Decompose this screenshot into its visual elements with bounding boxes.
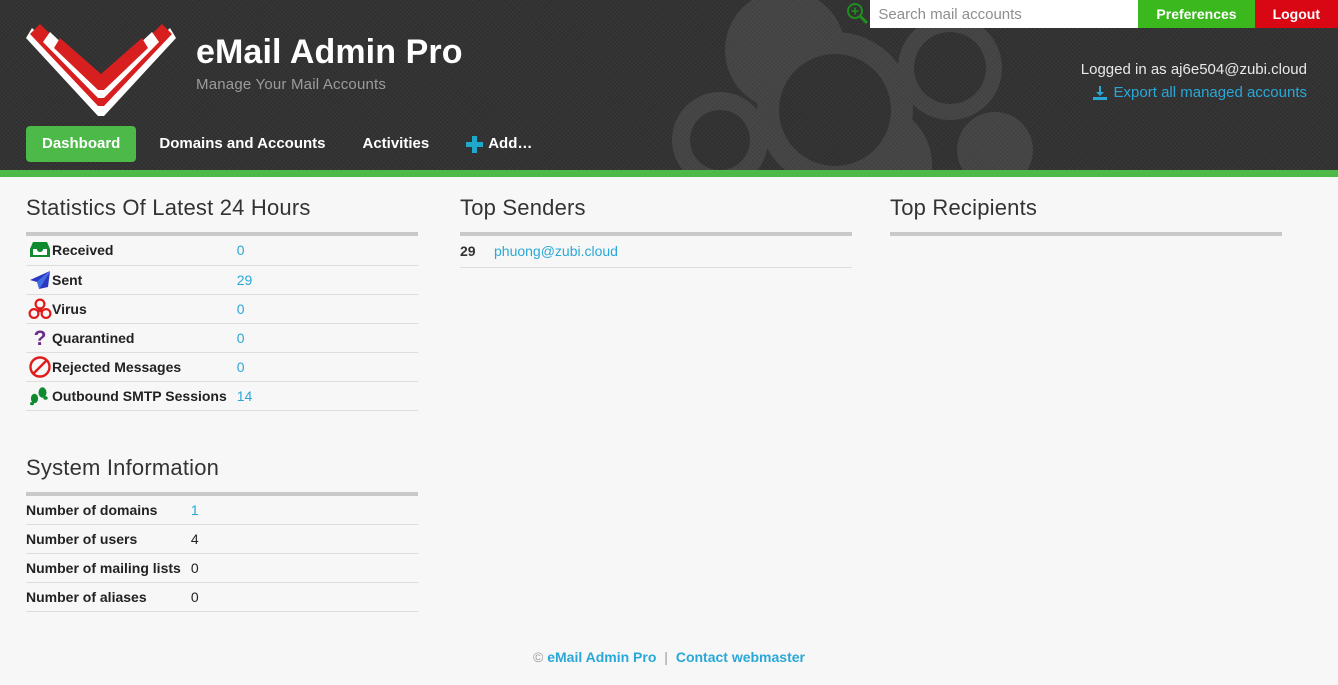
- main-navigation: Dashboard Domains and Accounts Activitie…: [26, 126, 546, 162]
- stat-value[interactable]: 0: [236, 294, 418, 324]
- footer-separator: |: [664, 649, 668, 665]
- stat-label: Received: [52, 236, 237, 266]
- envelope-logo-icon: [26, 24, 176, 116]
- nav-item-domains-and-accounts[interactable]: Domains and Accounts: [145, 126, 339, 162]
- sysinfo-value: 0: [190, 582, 418, 612]
- sender-address-cell: phuong@zubi.cloud: [494, 236, 852, 268]
- nav-item-dashboard-label: Dashboard: [42, 135, 121, 152]
- main-content: Statistics Of Latest 24 Hours Received 0…: [0, 177, 1338, 685]
- logged-in-as-text: Logged in as aj6e504@zubi.cloud: [1080, 61, 1307, 78]
- stat-label: Outbound SMTP Sessions: [52, 381, 237, 411]
- top-senders-table: 29 phuong@zubi.cloud: [460, 236, 852, 268]
- table-row: ? Quarantined 0: [26, 323, 418, 353]
- stat-icon-cell: [26, 352, 52, 382]
- footprints-icon: [30, 386, 48, 405]
- stat-icon-cell: [26, 294, 52, 324]
- preferences-button[interactable]: Preferences: [1138, 0, 1255, 28]
- table-row: Number of domains 1: [26, 495, 418, 525]
- top-recipients-divider: [890, 232, 1282, 236]
- nav-item-add[interactable]: Add…: [452, 126, 546, 162]
- sender-count: 29: [460, 236, 494, 268]
- app-title: eMail Admin Pro: [196, 33, 463, 71]
- statistics-table: Received 0 Sent 29 Virus 0 ? Quarantined…: [26, 236, 418, 411]
- stat-label: Quarantined: [52, 323, 237, 353]
- middle-column: Top Senders 29 phuong@zubi.cloud: [430, 193, 860, 268]
- table-row: Sent 29: [26, 265, 418, 295]
- table-row: Virus 0: [26, 294, 418, 324]
- top-senders-title: Top Senders: [460, 195, 586, 220]
- export-accounts-link[interactable]: Export all managed accounts: [1081, 82, 1307, 104]
- system-information-table: Number of domains 1 Number of users 4 Nu…: [26, 495, 418, 612]
- sysinfo-value[interactable]: 1: [190, 495, 418, 525]
- table-row: 29 phuong@zubi.cloud: [460, 236, 852, 268]
- paper-plane-icon: [30, 270, 50, 289]
- stat-label: Sent: [52, 265, 237, 295]
- stat-icon-cell: ?: [26, 323, 52, 353]
- sysinfo-label: Number of domains: [26, 495, 191, 525]
- contact-webmaster-link[interactable]: Contact webmaster: [676, 649, 805, 665]
- left-column: Statistics Of Latest 24 Hours Received 0…: [0, 193, 430, 612]
- export-accounts-label: Export all managed accounts: [1113, 84, 1307, 101]
- topbar-controls: Preferences Logout: [847, 0, 1338, 28]
- biohazard-icon: [28, 297, 52, 319]
- nav-item-add-label: Add…: [488, 135, 533, 152]
- sender-address-link[interactable]: phuong@zubi.cloud: [494, 243, 618, 259]
- table-row: Outbound SMTP Sessions 14: [26, 381, 418, 411]
- table-row: Number of aliases 0: [26, 582, 418, 612]
- stat-icon-cell: [26, 265, 52, 295]
- no-entry-icon: [29, 355, 51, 378]
- stat-icon-cell: [26, 236, 52, 266]
- plus-icon: [466, 135, 484, 153]
- table-row: Rejected Messages 0: [26, 352, 418, 382]
- sysinfo-label: Number of aliases: [26, 582, 191, 612]
- stat-value[interactable]: 29: [236, 265, 418, 295]
- user-info-block: Logged in as aj6e504@zubi.cloud Export a…: [1081, 60, 1307, 104]
- inbox-tray-icon: [30, 242, 50, 258]
- copyright-symbol: ©: [533, 649, 544, 665]
- table-row: Received 0: [26, 236, 418, 266]
- nav-item-dashboard[interactable]: Dashboard: [26, 126, 137, 162]
- stat-label: Rejected Messages: [52, 352, 237, 382]
- logout-button[interactable]: Logout: [1254, 0, 1338, 28]
- sysinfo-label: Number of mailing lists: [26, 553, 191, 583]
- header-accent-bar: [0, 170, 1338, 177]
- right-column: Top Recipients: [860, 193, 1290, 236]
- sysinfo-label: Number of users: [26, 524, 191, 554]
- svg-text:?: ?: [34, 327, 47, 350]
- stat-label: Virus: [52, 294, 237, 324]
- table-row: Number of users 4: [26, 524, 418, 554]
- download-icon: [1092, 86, 1107, 100]
- stat-value[interactable]: 0: [236, 323, 418, 353]
- footer-product-link[interactable]: eMail Admin Pro: [547, 649, 656, 665]
- table-row: Number of mailing lists 0: [26, 553, 418, 583]
- page-footer: © eMail Admin Pro | Contact webmaster: [0, 647, 1338, 667]
- top-recipients-title: Top Recipients: [890, 195, 1038, 220]
- stat-value[interactable]: 0: [236, 236, 418, 266]
- system-information-title: System Information: [26, 454, 220, 480]
- nav-item-activities-label: Activities: [362, 135, 430, 152]
- brand-block: eMail Admin Pro Manage Your Mail Account…: [196, 32, 463, 94]
- sysinfo-value: 0: [190, 553, 418, 583]
- nav-item-activities[interactable]: Activities: [349, 126, 444, 162]
- statistics-title: Statistics Of Latest 24 Hours: [26, 195, 311, 220]
- search-input[interactable]: [870, 0, 1139, 28]
- nav-item-domains-and-accounts-label: Domains and Accounts: [159, 135, 326, 152]
- sysinfo-value: 4: [190, 524, 418, 554]
- search-container: [847, 0, 1139, 28]
- search-zoom-in-icon[interactable]: [846, 2, 869, 24]
- app-subtitle: Manage Your Mail Accounts: [196, 76, 387, 93]
- question-mark-icon: ?: [34, 327, 47, 350]
- stat-icon-cell: [26, 381, 52, 411]
- stat-value[interactable]: 0: [236, 352, 418, 382]
- stat-value[interactable]: 14: [236, 381, 418, 411]
- page-header: eMail Admin Pro Manage Your Mail Account…: [0, 0, 1338, 170]
